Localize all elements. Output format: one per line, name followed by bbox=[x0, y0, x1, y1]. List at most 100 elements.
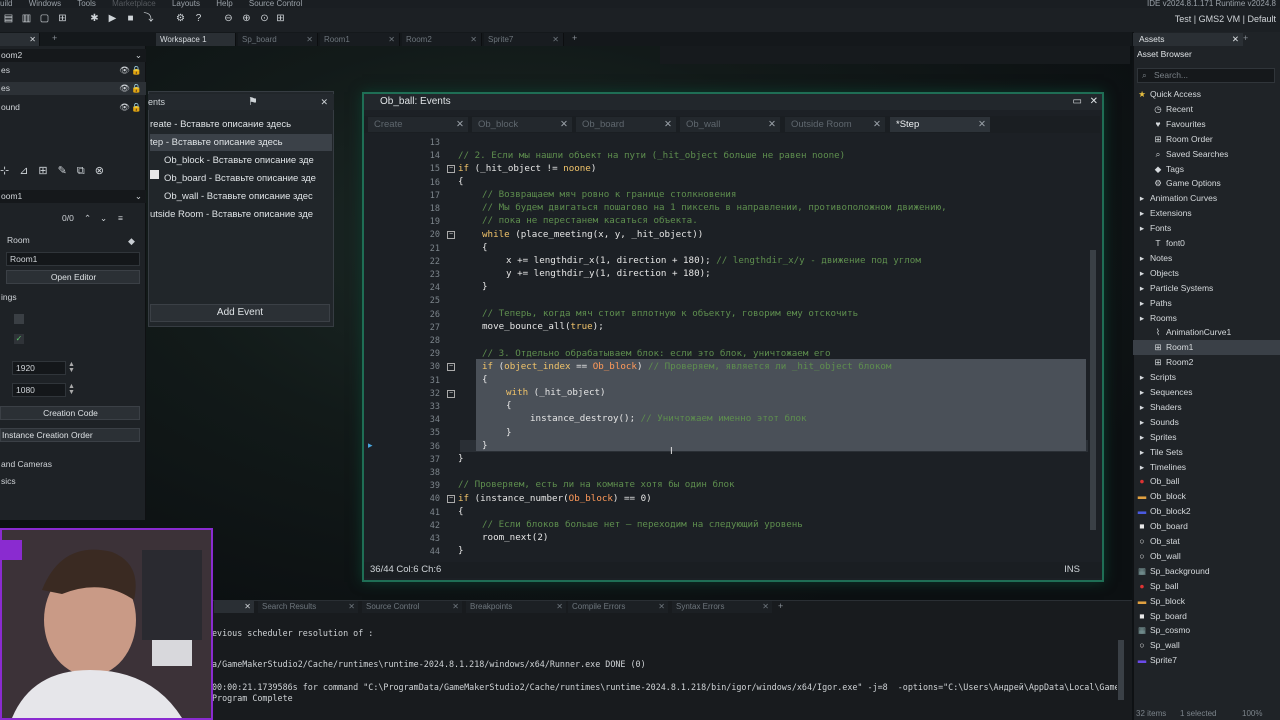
event-step[interactable]: tep - Вставьте описание здесь bbox=[150, 134, 332, 151]
code-line-32[interactable]: with (_hit_object) bbox=[506, 386, 606, 399]
asset-item[interactable]: ▸ Sounds bbox=[1133, 415, 1280, 430]
stop-icon[interactable]: ■ bbox=[124, 12, 137, 25]
fold-icon[interactable]: − bbox=[447, 495, 455, 504]
save-icon[interactable]: ▤ bbox=[2, 12, 15, 25]
code-line-31[interactable]: { bbox=[482, 373, 488, 386]
code-line-39[interactable]: // Проверяем, есть ли на комнате хотя бы… bbox=[458, 478, 735, 491]
asset-item[interactable]: ▸ Sprites bbox=[1133, 430, 1280, 445]
asset-item[interactable]: ♥ Favourites bbox=[1133, 117, 1280, 132]
layer-row-3[interactable]: ound 👁 🔒 bbox=[0, 101, 146, 114]
width-field[interactable]: 1920 bbox=[12, 361, 66, 375]
event-create[interactable]: reate - Вставьте описание здесь bbox=[150, 116, 332, 133]
new-icon[interactable]: ▢ bbox=[38, 12, 51, 25]
menu-help[interactable]: Help bbox=[216, 0, 232, 8]
flag-icon[interactable]: ⚑ bbox=[248, 94, 258, 110]
asset-item[interactable]: ○ Sp_wall bbox=[1133, 638, 1280, 653]
close-icon[interactable]: ✕ bbox=[320, 94, 328, 110]
tab-breakpoints[interactable]: Breakpoints ✕ bbox=[466, 601, 566, 613]
asset-item[interactable]: ▸ Extensions bbox=[1133, 206, 1280, 221]
code-line-14[interactable]: // 2. Если мы нашли объект на пути (_hit… bbox=[458, 149, 845, 162]
asset-item[interactable]: ○ Ob_stat bbox=[1133, 534, 1280, 549]
asset-item[interactable]: ▸ Paths bbox=[1133, 296, 1280, 311]
code-line-15[interactable]: if (_hit_object != noone) bbox=[458, 162, 596, 175]
menu-source-control[interactable]: Source Control bbox=[249, 0, 302, 8]
code-line-27[interactable]: move_bounce_all(true); bbox=[482, 320, 604, 333]
tab-source-control[interactable]: Source Control ✕ bbox=[362, 601, 462, 613]
gear-icon[interactable]: ⚙ bbox=[174, 12, 187, 25]
asset-search-input[interactable]: ⌕ Search... bbox=[1137, 68, 1275, 83]
add-tab-icon[interactable]: + bbox=[52, 33, 57, 43]
maximize-icon[interactable]: ▭ bbox=[1073, 94, 1082, 110]
code-line-18[interactable]: // Мы будем двигаться пошагово на 1 пикс… bbox=[482, 201, 947, 214]
code-line-42[interactable]: // Если блоков больше нет — переходим на… bbox=[482, 518, 803, 531]
eye-icon-3[interactable]: 👁 bbox=[119, 101, 130, 114]
asset-item[interactable]: ◆ Tags bbox=[1133, 162, 1280, 177]
help-icon[interactable]: ? bbox=[192, 12, 205, 25]
assets-add-tab-icon[interactable]: + bbox=[1243, 33, 1248, 43]
code-line-43[interactable]: room_next(2) bbox=[482, 531, 548, 544]
instance-order-button[interactable]: Instance Creation Order bbox=[0, 428, 140, 442]
physics-section[interactable]: sics bbox=[0, 475, 146, 488]
code-line-20[interactable]: while (place_meeting(x, y, _hit_object)) bbox=[482, 228, 703, 241]
code-line-16[interactable]: { bbox=[458, 175, 464, 188]
tab-sprite7[interactable]: Sprite7 ✕ bbox=[484, 33, 564, 46]
code-line-44[interactable]: } bbox=[458, 544, 464, 557]
tab-output[interactable]: ✕ bbox=[214, 601, 254, 613]
output-add-tab-icon[interactable]: + bbox=[778, 601, 783, 611]
code-line-19[interactable]: // пока не перестанем касаться объекта. bbox=[482, 214, 698, 227]
room-dropdown[interactable]: oom1 ⌄ bbox=[0, 190, 146, 203]
code-line-24[interactable]: } bbox=[482, 280, 488, 293]
code-line-29[interactable]: // 3. Отдельно обрабатываем блок: если э… bbox=[482, 347, 830, 360]
tab-ob-board[interactable]: Ob_board ✕ bbox=[576, 117, 676, 132]
asset-item[interactable]: ▸ Objects bbox=[1133, 266, 1280, 281]
asset-item[interactable]: ▸ Particle Systems bbox=[1133, 281, 1280, 296]
asset-item[interactable]: ■ Ob_board bbox=[1133, 519, 1280, 534]
room-select[interactable]: oom2 ⌄ bbox=[0, 49, 146, 62]
code-line-41[interactable]: { bbox=[458, 505, 464, 518]
tag-icon[interactable]: ◆ bbox=[128, 236, 135, 247]
up-arrow-icon[interactable]: ⌃ bbox=[84, 212, 91, 225]
asset-item[interactable]: ▸ Rooms bbox=[1133, 311, 1280, 326]
debug-icon[interactable]: ✱ bbox=[88, 12, 101, 25]
code-scrollbar[interactable] bbox=[1090, 250, 1096, 530]
code-line-17[interactable]: // Возвращаем мяч ровно к границе столкн… bbox=[482, 188, 736, 201]
code-line-30[interactable]: if (object_index == Ob_block) // Проверя… bbox=[482, 360, 891, 373]
new-asset-icon[interactable]: ⊞ bbox=[56, 12, 69, 25]
eye-icon-2[interactable]: 👁 bbox=[119, 82, 130, 95]
down-arrow-icon[interactable]: ⌄ bbox=[100, 212, 107, 225]
asset-item[interactable]: ● Sp_ball bbox=[1133, 579, 1280, 594]
output-scrollbar[interactable] bbox=[1118, 640, 1124, 700]
code-line-21[interactable]: { bbox=[482, 241, 488, 254]
tab-outside-room[interactable]: Outside Room ✕ bbox=[785, 117, 885, 132]
asset-item[interactable]: ⊞ Room Order bbox=[1133, 132, 1280, 147]
lock-icon[interactable]: 🔒 bbox=[131, 64, 142, 77]
asset-item[interactable]: ⌕ Saved Searches bbox=[1133, 147, 1280, 162]
eye-icon[interactable]: 👁 bbox=[119, 64, 130, 77]
zoom-in-icon[interactable]: ⊕ bbox=[240, 12, 253, 25]
fold-icon[interactable]: − bbox=[447, 231, 455, 240]
asset-item[interactable]: ⊞ Room1 bbox=[1133, 340, 1280, 356]
asset-item[interactable]: ▬ Ob_block bbox=[1133, 489, 1280, 504]
tab-create[interactable]: Create ✕ bbox=[368, 117, 468, 132]
save-all-icon[interactable]: ▥ bbox=[20, 12, 33, 25]
asset-item[interactable]: ▸ Notes bbox=[1133, 251, 1280, 266]
width-stepper-icon[interactable]: ▲ ▼ bbox=[68, 361, 75, 374]
list-icon[interactable]: ≡ bbox=[118, 212, 123, 225]
height-field[interactable]: 1080 bbox=[12, 383, 66, 397]
menu-marketplace[interactable]: Marketplace bbox=[112, 0, 156, 8]
asset-item[interactable]: ▦ Sp_cosmo bbox=[1133, 623, 1280, 638]
event-ob-wall[interactable]: Ob_wall - Вставьте описание здес bbox=[150, 188, 332, 205]
checkbox-1[interactable] bbox=[14, 314, 24, 324]
settings-section[interactable]: ings bbox=[0, 291, 146, 304]
asset-item[interactable]: Tfont0 bbox=[1133, 236, 1280, 251]
menu-tools[interactable]: Tools bbox=[77, 0, 96, 8]
asset-item[interactable]: ▸ Sequences bbox=[1133, 385, 1280, 400]
code-line-40[interactable]: if (instance_number(Ob_block) == 0) bbox=[458, 492, 652, 505]
code-line-33[interactable]: { bbox=[506, 399, 512, 412]
code-line-26[interactable]: // Теперь, когда мяч стоит вплотную к об… bbox=[482, 307, 858, 320]
event-ob-board[interactable]: Ob_board - Вставьте описание зде bbox=[150, 170, 332, 187]
tab-search-results[interactable]: Search Results ✕ bbox=[258, 601, 358, 613]
fit-icon[interactable]: ⊞ bbox=[274, 12, 287, 25]
creation-code-button[interactable]: Creation Code bbox=[0, 406, 140, 420]
zoom-out-icon[interactable]: ⊖ bbox=[222, 12, 235, 25]
